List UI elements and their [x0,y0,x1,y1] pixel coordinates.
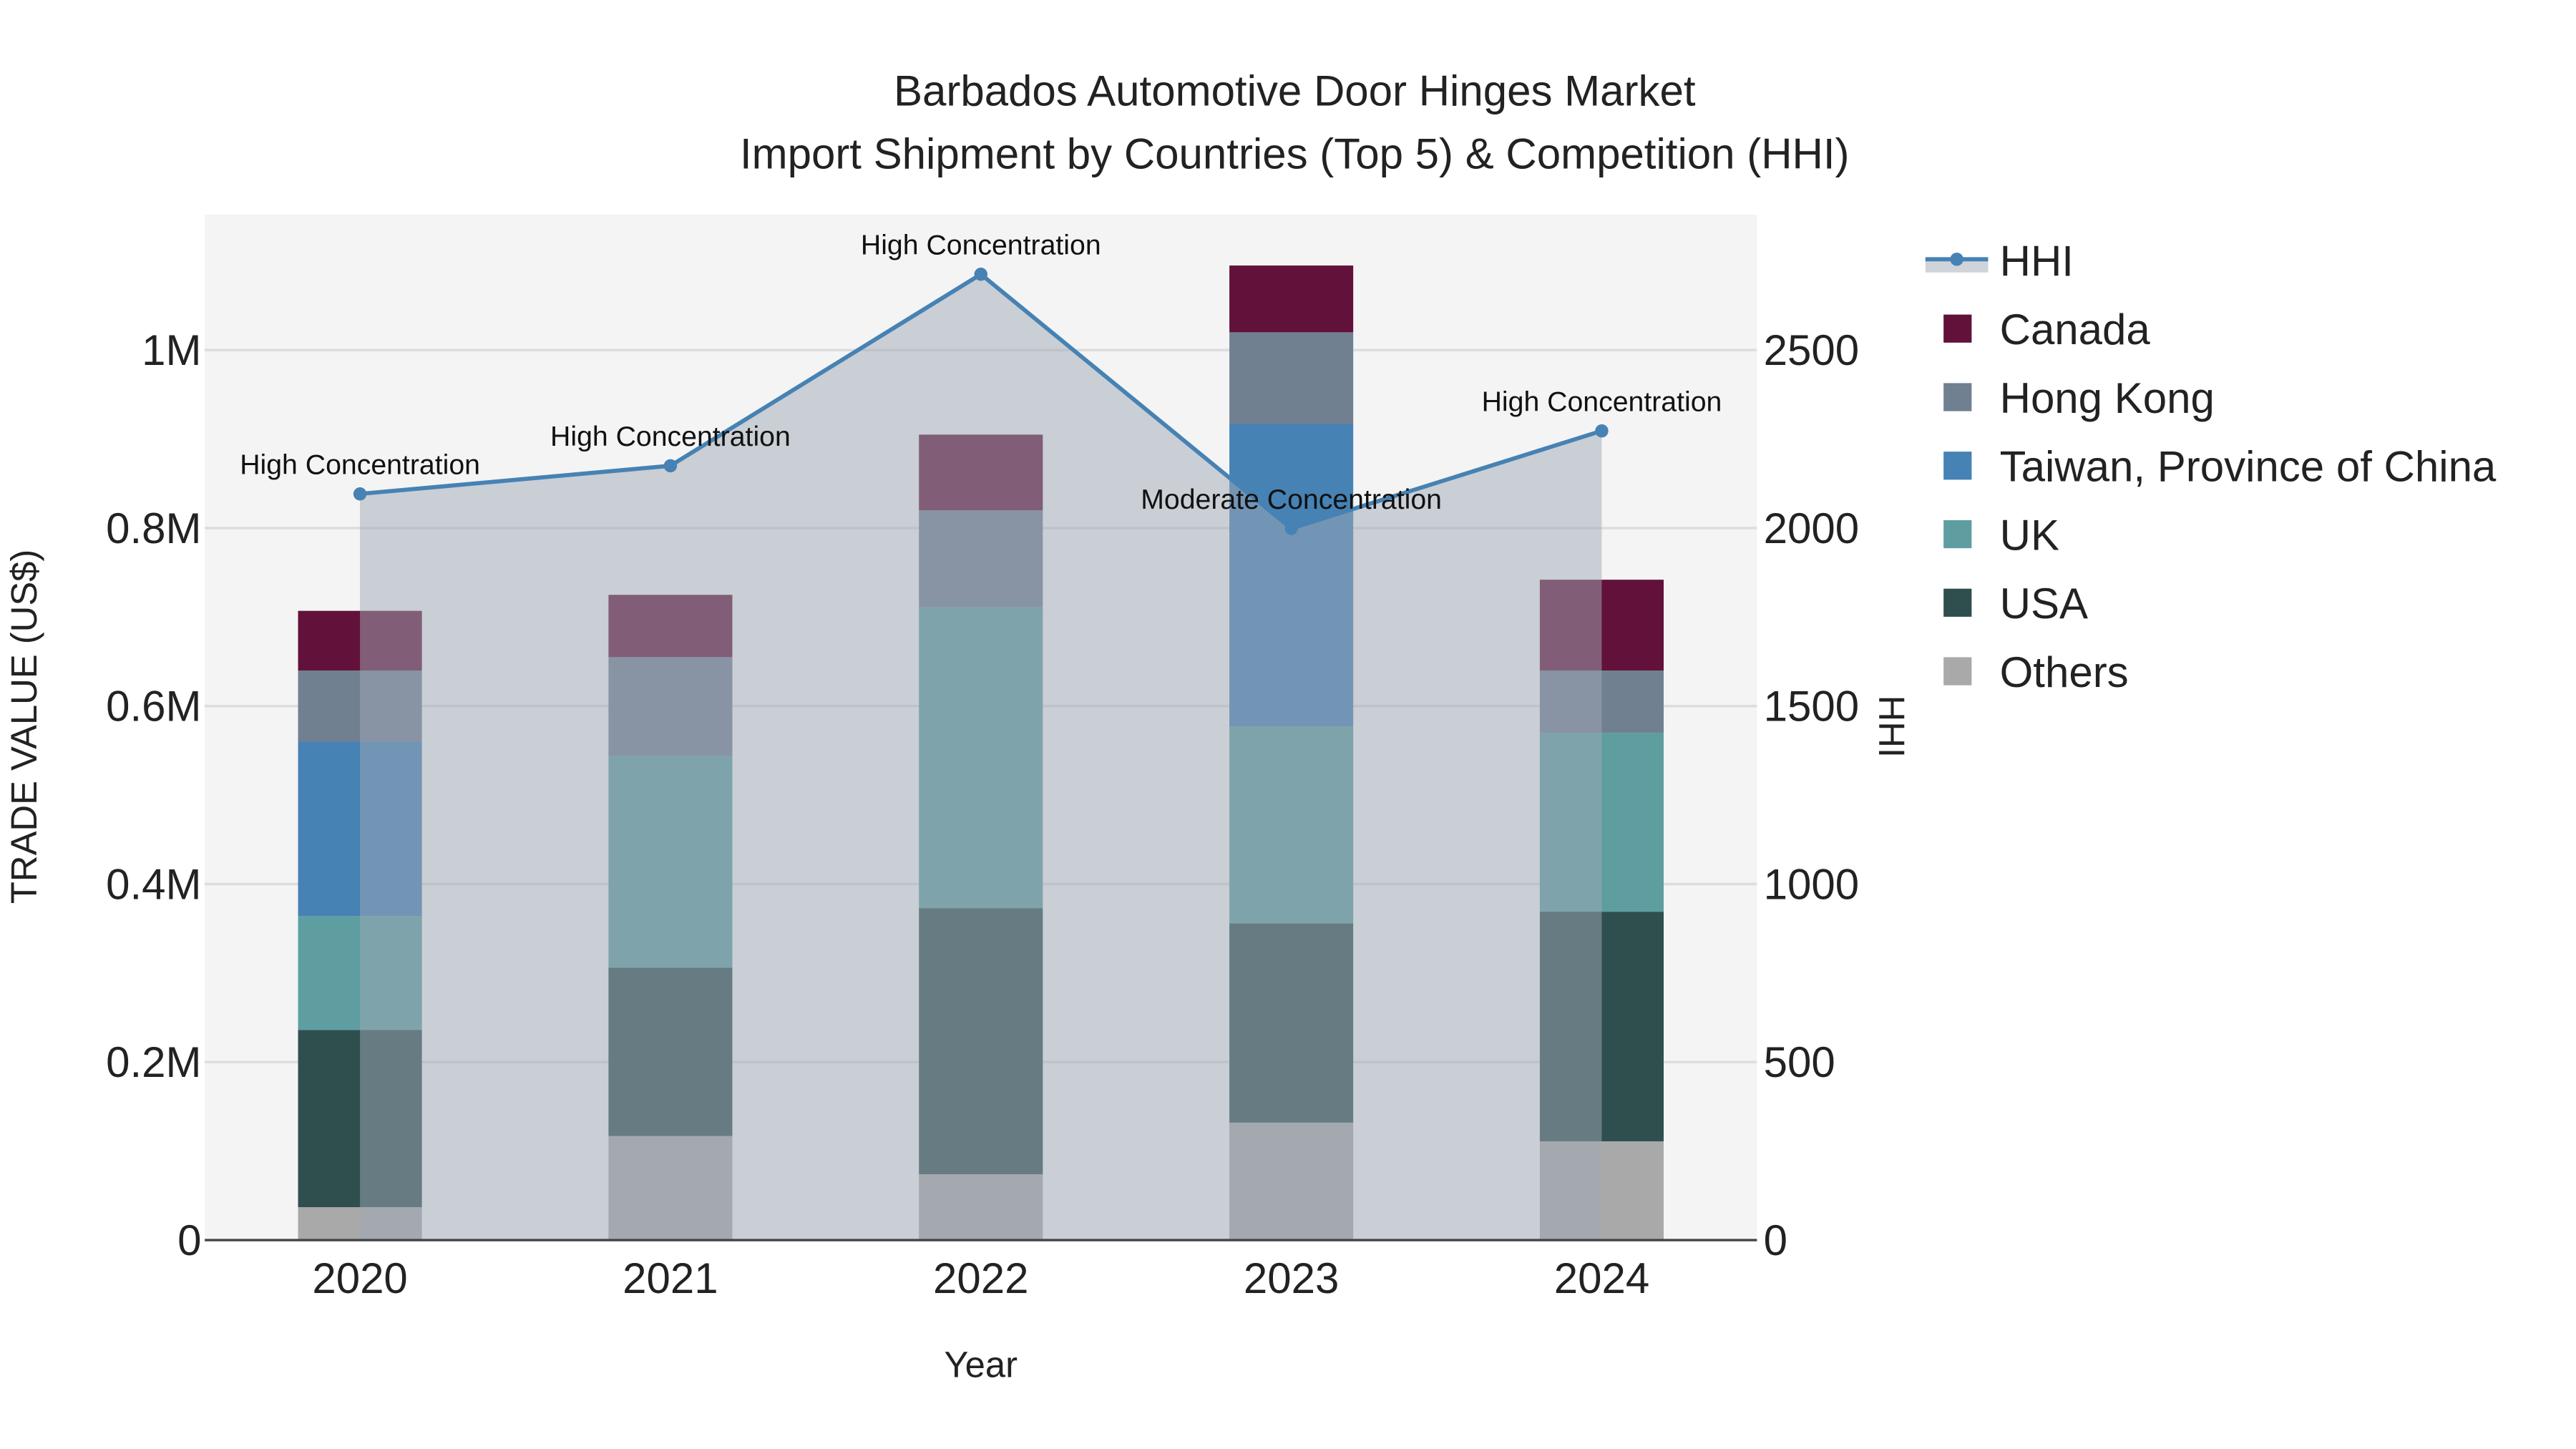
chart-title: Barbados Automotive Door Hinges Market [894,67,1696,115]
legend-item: USA [1943,580,2088,628]
x-tick-label: 2022 [933,1254,1028,1302]
y2-tick-label: 0 [1764,1216,1787,1264]
y-tick-label: 0 [177,1216,201,1264]
y2-tick-label: 2500 [1764,326,1859,374]
legend-item: Taiwan, Province of China [1943,443,2497,491]
hhi-annotation: High Concentration [550,421,791,452]
legend-label: Hong Kong [2000,374,2215,422]
legend-item: Canada [1943,306,2150,353]
legend-swatch [1943,588,1972,617]
legend-item: Hong Kong [1943,374,2215,422]
legend-swatch [1943,519,1972,549]
legend-swatch [1943,383,1972,411]
hhi-point [974,268,987,281]
legend-label: UK [2000,511,2059,559]
legend-swatch [1943,657,1972,686]
legend-item: HHI [1925,237,2074,285]
x-tick-label: 2020 [312,1254,407,1302]
legend-label: HHI [2000,237,2074,285]
bar-hong-kong [1229,332,1354,424]
hhi-point [1284,522,1298,535]
legend-label: Taiwan, Province of China [2000,443,2497,491]
y-tick-label: 0.4M [106,860,201,908]
x-tick-label: 2024 [1554,1254,1649,1302]
y-axis-label: TRADE VALUE (US$) [4,550,44,904]
y2-tick-label: 500 [1764,1038,1835,1086]
legend-item: Others [1943,648,2129,696]
hhi-point [353,487,367,501]
y-tick-label: 0.6M [106,683,201,731]
legend-swatch [1943,314,1972,343]
hhi-point [1595,424,1609,438]
chart: Barbados Automotive Door Hinges Market I… [4,67,2497,1385]
x-tick-label: 2023 [1244,1254,1339,1302]
legend-swatch [1943,452,1972,480]
legend-label: USA [2000,580,2088,628]
legend-item: UK [1943,511,2059,559]
x-tick-label: 2021 [623,1254,718,1302]
y-tick-label: 0.8M [106,504,201,552]
hhi-point [663,459,678,473]
legend-label: Others [2000,648,2129,696]
hhi-annotation: High Concentration [1482,386,1722,417]
hhi-annotation: Moderate Concentration [1141,484,1442,515]
y2-axis-label: HHI [1871,696,1912,758]
legend: HHI Canada Hong Kong Taiwan, Province of Ch… [1925,237,2497,696]
legend-label: Canada [2000,306,2151,353]
hhi-annotation: High Concentration [240,449,480,481]
y2-tick-label: 2000 [1764,504,1859,552]
bar-canada [1229,265,1354,333]
y2-tick-label: 1500 [1764,683,1859,731]
x-axis-label: Year [944,1345,1018,1385]
legend-hhi-marker [1950,253,1963,266]
y2-tick-label: 1000 [1764,860,1859,908]
y-tick-label: 1M [142,326,201,374]
hhi-annotation: High Concentration [861,230,1101,261]
y-tick-label: 0.2M [106,1038,201,1086]
chart-subtitle: Import Shipment by Countries (Top 5) & C… [740,130,1850,177]
